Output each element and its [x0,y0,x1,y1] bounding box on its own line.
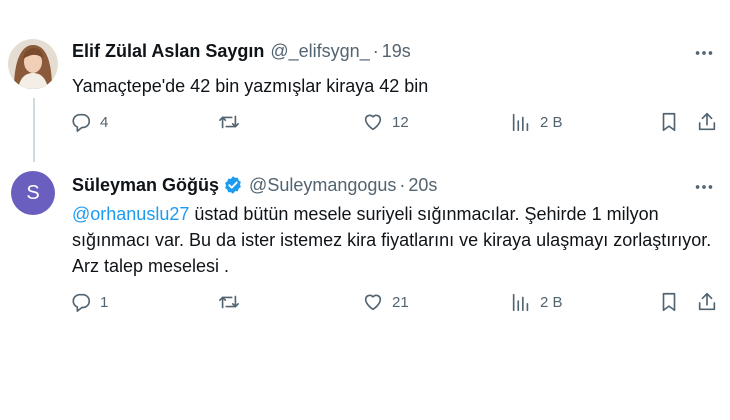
handle[interactable]: @Suleymangogus [249,174,396,196]
views-chart-icon [512,113,529,132]
tweet[interactable]: Elif Zülal Aslan Saygın @_elifsygn_ · 19… [0,0,730,162]
avatar[interactable] [8,39,58,89]
separator: · [372,41,379,61]
share-button[interactable] [696,291,718,313]
tweet-header: Süleyman Göğüş @Suleymangogus · 20s [72,174,437,196]
retweet-icon [219,115,239,129]
tweet[interactable]: S Süleyman Göğüş @Suleymangogus · 20s @o… [0,160,730,330]
user-photo-icon [8,39,58,89]
share-icon [698,292,716,311]
verified-badge-icon [223,175,243,195]
reply-button[interactable]: 1 [70,291,108,313]
bookmark-button[interactable] [658,111,680,133]
tweet-actions: 1 21 2 B [70,291,720,317]
display-name[interactable]: Elif Zülal Aslan Saygın [72,40,264,62]
reply-button[interactable]: 4 [70,111,108,133]
more-horizontal-icon [695,51,713,55]
bookmark-icon [662,112,676,132]
retweet-icon [219,295,239,309]
like-count: 21 [392,293,409,311]
heart-icon [364,294,382,311]
views-button[interactable]: 2 B [510,291,563,313]
handle[interactable]: @_elifsygn_ [270,40,369,62]
like-count: 12 [392,113,409,131]
reply-icon [72,113,91,132]
timestamp[interactable]: 19s [382,40,411,62]
separator: · [399,175,406,195]
bookmark-icon [662,292,676,312]
reply-count: 4 [100,113,109,131]
thread-line [33,98,35,162]
mention-link[interactable]: @orhanuslu27 [72,204,189,224]
heart-icon [364,114,382,131]
avatar[interactable]: S [11,171,55,215]
tweet-text: @orhanuslu27 üstad bütün mesele suriyeli… [72,201,712,279]
like-button[interactable]: 12 [362,111,409,133]
retweet-button[interactable] [218,291,248,313]
avatar-letter: S [11,171,55,215]
reply-count: 1 [100,293,109,311]
reply-icon [72,293,91,312]
tweet-text: Yamaçtepe'de 42 bin yazmışlar kiraya 42 … [72,73,712,99]
share-icon [698,112,716,131]
view-count: 2 B [540,293,563,311]
tweet-text-body: Yamaçtepe'de 42 bin yazmışlar kiraya 42 … [72,76,429,96]
share-button[interactable] [696,111,718,133]
display-name[interactable]: Süleyman Göğüş [72,174,219,196]
more-horizontal-icon [695,185,713,189]
views-button[interactable]: 2 B [510,111,563,133]
retweet-button[interactable] [218,111,248,133]
more-options-button[interactable] [692,41,716,65]
more-options-button[interactable] [692,175,716,199]
tweet-header: Elif Zülal Aslan Saygın @_elifsygn_ · 19… [72,40,411,62]
bookmark-button[interactable] [658,291,680,313]
timestamp[interactable]: 20s [408,174,437,196]
views-chart-icon [512,293,529,312]
view-count: 2 B [540,113,563,131]
like-button[interactable]: 21 [362,291,409,313]
tweet-actions: 4 12 2 B [70,111,720,137]
